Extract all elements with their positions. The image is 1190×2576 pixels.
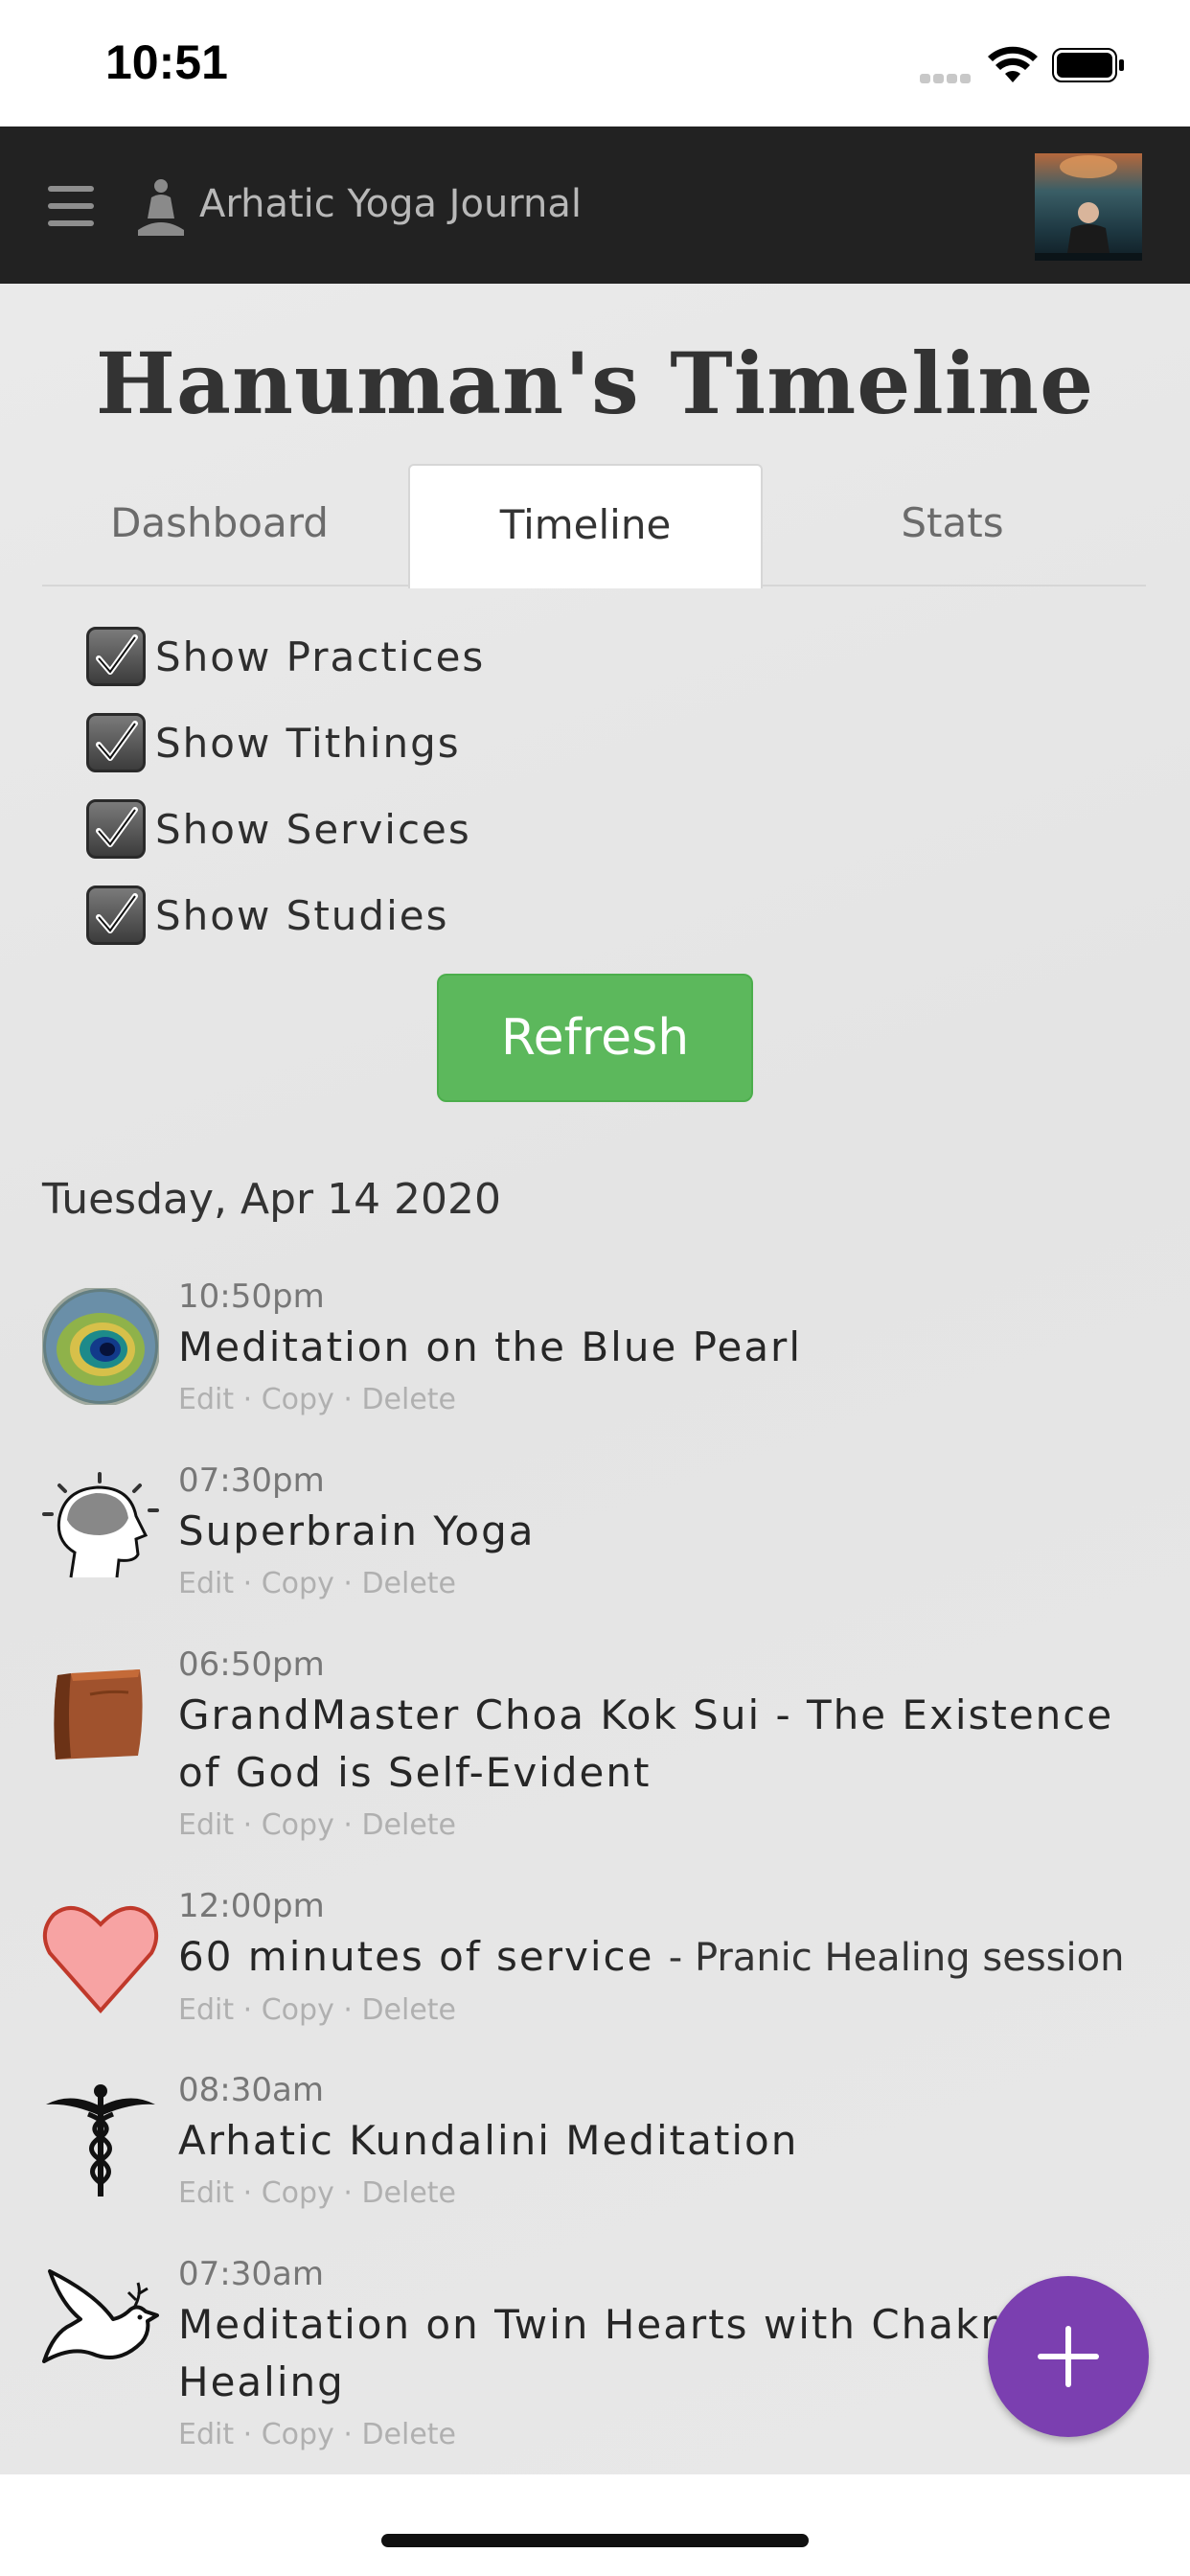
caduceus-icon <box>46 2084 155 2196</box>
dove-icon <box>42 2269 159 2363</box>
checkbox-checked-icon[interactable] <box>86 799 146 859</box>
add-entry-button[interactable] <box>988 2276 1149 2437</box>
peacock-feather-icon <box>42 1288 159 1405</box>
entry-title-text: 60 minutes of service <box>178 1933 654 1980</box>
separator: · <box>333 1993 362 2027</box>
filter-label: Show Services <box>155 805 471 853</box>
separator: · <box>333 2418 362 2451</box>
delete-link[interactable]: Delete <box>361 1383 456 1416</box>
delete-link[interactable]: Delete <box>361 1567 456 1600</box>
delete-link[interactable]: Delete <box>361 2176 456 2210</box>
entry-title: GrandMaster Choa Kok Sui - The Existence… <box>178 1691 1114 1796</box>
edit-link[interactable]: Edit <box>178 1567 234 1600</box>
separator: · <box>333 1808 362 1842</box>
cellular-signal-icon <box>920 69 975 83</box>
entry-body: 06:50pm GrandMaster Choa Kok Sui - The E… <box>178 1643 1146 1850</box>
filter-label: Show Practices <box>155 632 486 680</box>
entry-body: 07:30pm Superbrain Yoga Edit · Copy · De… <box>178 1459 1146 1608</box>
separator: · <box>234 1993 262 2027</box>
copy-link[interactable]: Copy <box>262 1567 334 1600</box>
heart-icon <box>42 1905 159 2014</box>
delete-link[interactable]: Delete <box>361 1808 456 1842</box>
separator: · <box>234 1567 262 1600</box>
copy-link[interactable]: Copy <box>262 2176 334 2210</box>
entry-actions: Edit · Copy · Delete <box>178 1802 1146 1850</box>
tab-bar: Dashboard Timeline Stats <box>42 464 1146 588</box>
entry-time: 10:50pm <box>178 1277 325 1316</box>
copy-link[interactable]: Copy <box>262 1808 334 1842</box>
edit-link[interactable]: Edit <box>178 1993 234 2027</box>
tab-timeline[interactable]: Timeline <box>408 464 763 588</box>
entry-actions: Edit · Copy · Delete <box>178 1376 1146 1424</box>
main-content: Hanuman's Timeline Dashboard Timeline St… <box>0 284 1190 2474</box>
date-heading: Tuesday, Apr 14 2020 <box>42 1175 502 1224</box>
entry-title: Meditation on the Blue Pearl <box>178 1323 802 1370</box>
separator: · <box>333 2176 362 2210</box>
menu-icon[interactable] <box>48 186 94 226</box>
edit-link[interactable]: Edit <box>178 2418 234 2451</box>
entry-actions: Edit · Copy · Delete <box>178 2170 1146 2218</box>
separator: · <box>234 1383 262 1416</box>
tab-dashboard[interactable]: Dashboard <box>42 464 397 586</box>
separator: · <box>333 1383 362 1416</box>
edit-link[interactable]: Edit <box>178 1383 234 1416</box>
entry-body: 12:00pm 60 minutes of service - Pranic H… <box>178 1884 1146 2035</box>
copy-link[interactable]: Copy <box>262 2418 334 2451</box>
filter-show-studies[interactable]: Show Studies <box>86 886 448 945</box>
entry-time: 07:30pm <box>178 1461 325 1500</box>
copy-link[interactable]: Copy <box>262 1383 334 1416</box>
separator: · <box>234 1808 262 1842</box>
avatar[interactable] <box>1035 153 1142 261</box>
bottom-bar <box>0 2474 1190 2576</box>
filter-label: Show Studies <box>155 891 449 939</box>
filter-show-tithings[interactable]: Show Tithings <box>86 713 461 772</box>
entry-time: 12:00pm <box>178 1887 325 1925</box>
entry-body: 08:30am Arhatic Kundalini Meditation Edi… <box>178 2068 1146 2218</box>
delete-link[interactable]: Delete <box>361 2418 456 2451</box>
entry-title: 60 minutes of service - Pranic Healing s… <box>178 1928 1146 1987</box>
status-bar: 10:51 <box>0 0 1190 126</box>
entry-actions: Edit · Copy · Delete <box>178 1560 1146 1608</box>
checkbox-checked-icon[interactable] <box>86 713 146 772</box>
entry-time: 06:50pm <box>178 1645 325 1684</box>
refresh-button[interactable]: Refresh <box>437 974 753 1102</box>
entry-body: 10:50pm Meditation on the Blue Pearl Edi… <box>178 1275 1146 1424</box>
checkbox-checked-icon[interactable] <box>86 627 146 686</box>
checkbox-checked-icon[interactable] <box>86 886 146 945</box>
app-bar: Arhatic Yoga Journal <box>0 126 1190 284</box>
meditating-figure-icon <box>138 179 184 236</box>
wifi-icon <box>988 46 1038 82</box>
filter-label: Show Tithings <box>155 719 461 767</box>
entry-title: Superbrain Yoga <box>178 1507 536 1554</box>
page-title: Hanuman's Timeline <box>95 334 1095 433</box>
copy-link[interactable]: Copy <box>262 1993 334 2027</box>
book-icon <box>54 1669 143 1760</box>
entry-actions: Edit · Copy · Delete <box>178 2411 1146 2459</box>
filter-show-services[interactable]: Show Services <box>86 799 471 859</box>
entry-title: Arhatic Kundalini Meditation <box>178 2117 799 2164</box>
delete-link[interactable]: Delete <box>361 1993 456 2027</box>
brain-head-icon <box>42 1472 159 1578</box>
entry-time: 07:30am <box>178 2255 324 2293</box>
tab-stats[interactable]: Stats <box>775 464 1130 586</box>
filter-show-practices[interactable]: Show Practices <box>86 627 485 686</box>
battery-icon <box>1052 48 1124 82</box>
entry-time: 08:30am <box>178 2071 324 2109</box>
edit-link[interactable]: Edit <box>178 2176 234 2210</box>
separator: · <box>234 2418 262 2451</box>
app-title[interactable]: Arhatic Yoga Journal <box>199 182 582 226</box>
entry-subtitle: - Pranic Healing session <box>668 1936 1125 1980</box>
status-time: 10:51 <box>105 35 228 89</box>
separator: · <box>234 2176 262 2210</box>
separator: · <box>333 1567 362 1600</box>
entry-actions: Edit · Copy · Delete <box>178 1987 1146 2035</box>
edit-link[interactable]: Edit <box>178 1808 234 1842</box>
home-indicator[interactable] <box>381 2534 809 2547</box>
